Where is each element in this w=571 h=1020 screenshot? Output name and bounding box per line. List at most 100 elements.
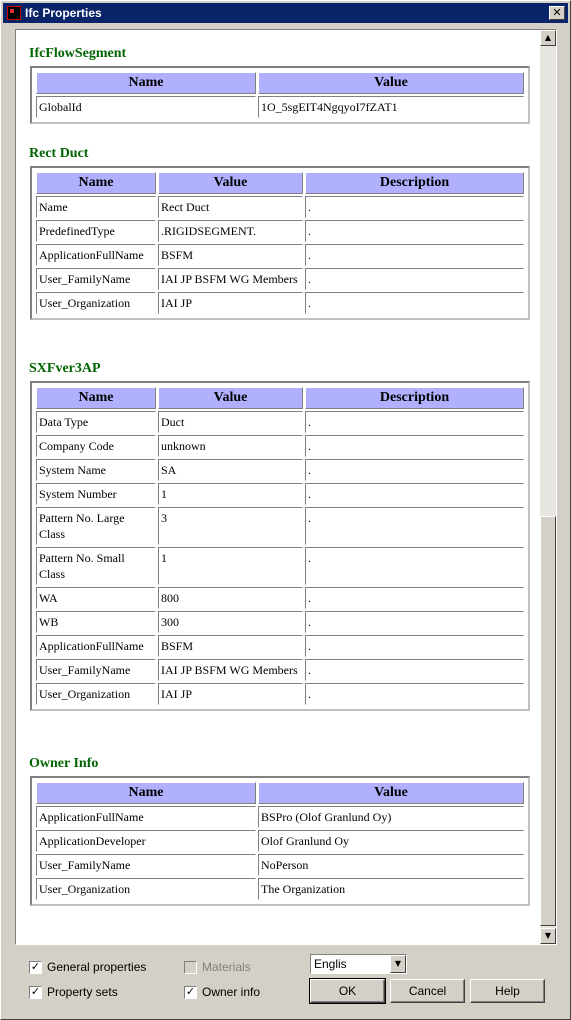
chevron-down-icon[interactable]: ▼ bbox=[390, 955, 406, 973]
cell-value: IAI JP BSFM WG Members bbox=[158, 268, 303, 290]
scroll-down-button[interactable]: ▼ bbox=[540, 928, 556, 944]
table-row: Name Rect Duct. bbox=[36, 196, 524, 218]
cell-description: . bbox=[305, 268, 524, 290]
table-sxfver3ap: Name Value Description Data Type Duct. Co… bbox=[30, 381, 530, 711]
cell-description: . bbox=[305, 244, 524, 266]
cell-name: User_FamilyName bbox=[36, 854, 256, 876]
properties-panel: IfcFlowSegment Name Value GlobalId 1O_5s… bbox=[15, 29, 557, 945]
section-title-owner-info: Owner Info bbox=[29, 756, 99, 771]
cell-name: Data Type bbox=[36, 411, 156, 433]
cell-name: ApplicationDeveloper bbox=[36, 830, 256, 852]
table-row: User_FamilyName IAI JP BSFM WG Members. bbox=[36, 268, 524, 290]
ifc-properties-dialog: Ifc Properties ✕ IfcFlowSegment Name Val… bbox=[0, 0, 571, 1020]
owner-info-checkbox[interactable]: ✓ bbox=[184, 986, 197, 999]
cell-name: ApplicationFullName bbox=[36, 806, 256, 828]
cell-description: . bbox=[305, 459, 524, 481]
table-row: Pattern No. Large Class 3. bbox=[36, 507, 524, 545]
table-row: User_FamilyName IAI JP BSFM WG Members. bbox=[36, 659, 524, 681]
cell-name: System Name bbox=[36, 459, 156, 481]
cell-value: unknown bbox=[158, 435, 303, 457]
cell-value: Rect Duct bbox=[158, 196, 303, 218]
table-row: System Name SA. bbox=[36, 459, 524, 481]
table-row: User_Organization IAI JP. bbox=[36, 292, 524, 314]
column-header-name: Name bbox=[36, 72, 256, 94]
cell-name: Name bbox=[36, 196, 156, 218]
cancel-button[interactable]: Cancel bbox=[390, 979, 465, 1003]
section-title-sxfver3ap: SXFver3AP bbox=[29, 361, 101, 376]
table-header-row: Name Value Description bbox=[36, 172, 524, 194]
column-header-name: Name bbox=[36, 782, 256, 804]
table-row: WA 800. bbox=[36, 587, 524, 609]
table-header-row: Name Value bbox=[36, 72, 524, 94]
cell-name: WB bbox=[36, 611, 156, 633]
table-header-row: Name Value Description bbox=[36, 387, 524, 409]
cell-value: BSFM bbox=[158, 244, 303, 266]
cell-description: . bbox=[305, 635, 524, 657]
table-row: Data Type Duct. bbox=[36, 411, 524, 433]
cell-description: . bbox=[305, 196, 524, 218]
general-properties-checkbox[interactable]: ✓ bbox=[29, 961, 42, 974]
cell-name: System Number bbox=[36, 483, 156, 505]
cell-description: . bbox=[305, 292, 524, 314]
table-row: User_FamilyName NoPerson bbox=[36, 854, 524, 876]
close-button[interactable]: ✕ bbox=[549, 6, 565, 20]
cell-name: User_FamilyName bbox=[36, 659, 156, 681]
cell-value: IAI JP BSFM WG Members bbox=[158, 659, 303, 681]
cell-description: . bbox=[305, 507, 524, 545]
cell-value: Duct bbox=[158, 411, 303, 433]
cell-description: . bbox=[305, 435, 524, 457]
scrollbar-thumb[interactable] bbox=[540, 516, 556, 926]
cell-value: IAI JP bbox=[158, 683, 303, 705]
cell-value: 3 bbox=[158, 507, 303, 545]
cell-description: . bbox=[305, 220, 524, 242]
scroll-up-button[interactable]: ▲ bbox=[540, 30, 556, 46]
table-owner-info: Name Value ApplicationFullName BSPro (Olo… bbox=[30, 776, 530, 906]
cell-value: 1O_5sgEIT4NgqyoI7fZAT1 bbox=[258, 96, 524, 118]
column-header-value: Value bbox=[258, 72, 524, 94]
cell-name: ApplicationFullName bbox=[36, 244, 156, 266]
column-header-description: Description bbox=[305, 387, 524, 409]
cell-value: IAI JP bbox=[158, 292, 303, 314]
title-bar[interactable]: Ifc Properties ✕ bbox=[3, 3, 568, 23]
cell-description: . bbox=[305, 611, 524, 633]
table-header-row: Name Value bbox=[36, 782, 524, 804]
cell-name: User_Organization bbox=[36, 683, 156, 705]
materials-label: Materials bbox=[202, 960, 251, 974]
table-row: System Number 1. bbox=[36, 483, 524, 505]
cell-description: . bbox=[305, 483, 524, 505]
cell-name: User_FamilyName bbox=[36, 268, 156, 290]
language-select[interactable]: Englis ▼ bbox=[310, 954, 407, 974]
section-title-rect-duct: Rect Duct bbox=[29, 146, 89, 161]
cell-value: 800 bbox=[158, 587, 303, 609]
table-row: ApplicationFullName BSPro (Olof Granlund … bbox=[36, 806, 524, 828]
cell-value: 300 bbox=[158, 611, 303, 633]
cell-description: . bbox=[305, 683, 524, 705]
cell-value: 1 bbox=[158, 547, 303, 585]
table-row: User_Organization IAI JP. bbox=[36, 683, 524, 705]
property-sets-checkbox[interactable]: ✓ bbox=[29, 986, 42, 999]
table-row: ApplicationDeveloper Olof Granlund Oy bbox=[36, 830, 524, 852]
materials-checkbox[interactable] bbox=[184, 961, 197, 974]
cell-name: WA bbox=[36, 587, 156, 609]
cell-value: .RIGIDSEGMENT. bbox=[158, 220, 303, 242]
table-row: GlobalId 1O_5sgEIT4NgqyoI7fZAT1 bbox=[36, 96, 524, 118]
table-row: PredefinedType .RIGIDSEGMENT.. bbox=[36, 220, 524, 242]
column-header-value: Value bbox=[158, 387, 303, 409]
cell-value: Olof Granlund Oy bbox=[258, 830, 524, 852]
help-button[interactable]: Help bbox=[470, 979, 545, 1003]
table-rect-duct: Name Value Description Name Rect Duct. Pr… bbox=[30, 166, 530, 320]
cell-value: BSPro (Olof Granlund Oy) bbox=[258, 806, 524, 828]
vertical-scrollbar[interactable]: ▲ ▼ bbox=[540, 30, 556, 944]
app-icon bbox=[7, 6, 21, 20]
general-properties-label: General properties bbox=[47, 960, 147, 974]
cell-name: Company Code bbox=[36, 435, 156, 457]
cell-name: User_Organization bbox=[36, 878, 256, 900]
column-header-value: Value bbox=[258, 782, 524, 804]
cell-name: Pattern No. Large Class bbox=[36, 507, 156, 545]
cell-description: . bbox=[305, 659, 524, 681]
table-row: WB 300. bbox=[36, 611, 524, 633]
column-header-name: Name bbox=[36, 172, 156, 194]
property-sets-label: Property sets bbox=[47, 985, 118, 999]
window-title: Ifc Properties bbox=[25, 6, 102, 20]
ok-button[interactable]: OK bbox=[309, 978, 386, 1004]
